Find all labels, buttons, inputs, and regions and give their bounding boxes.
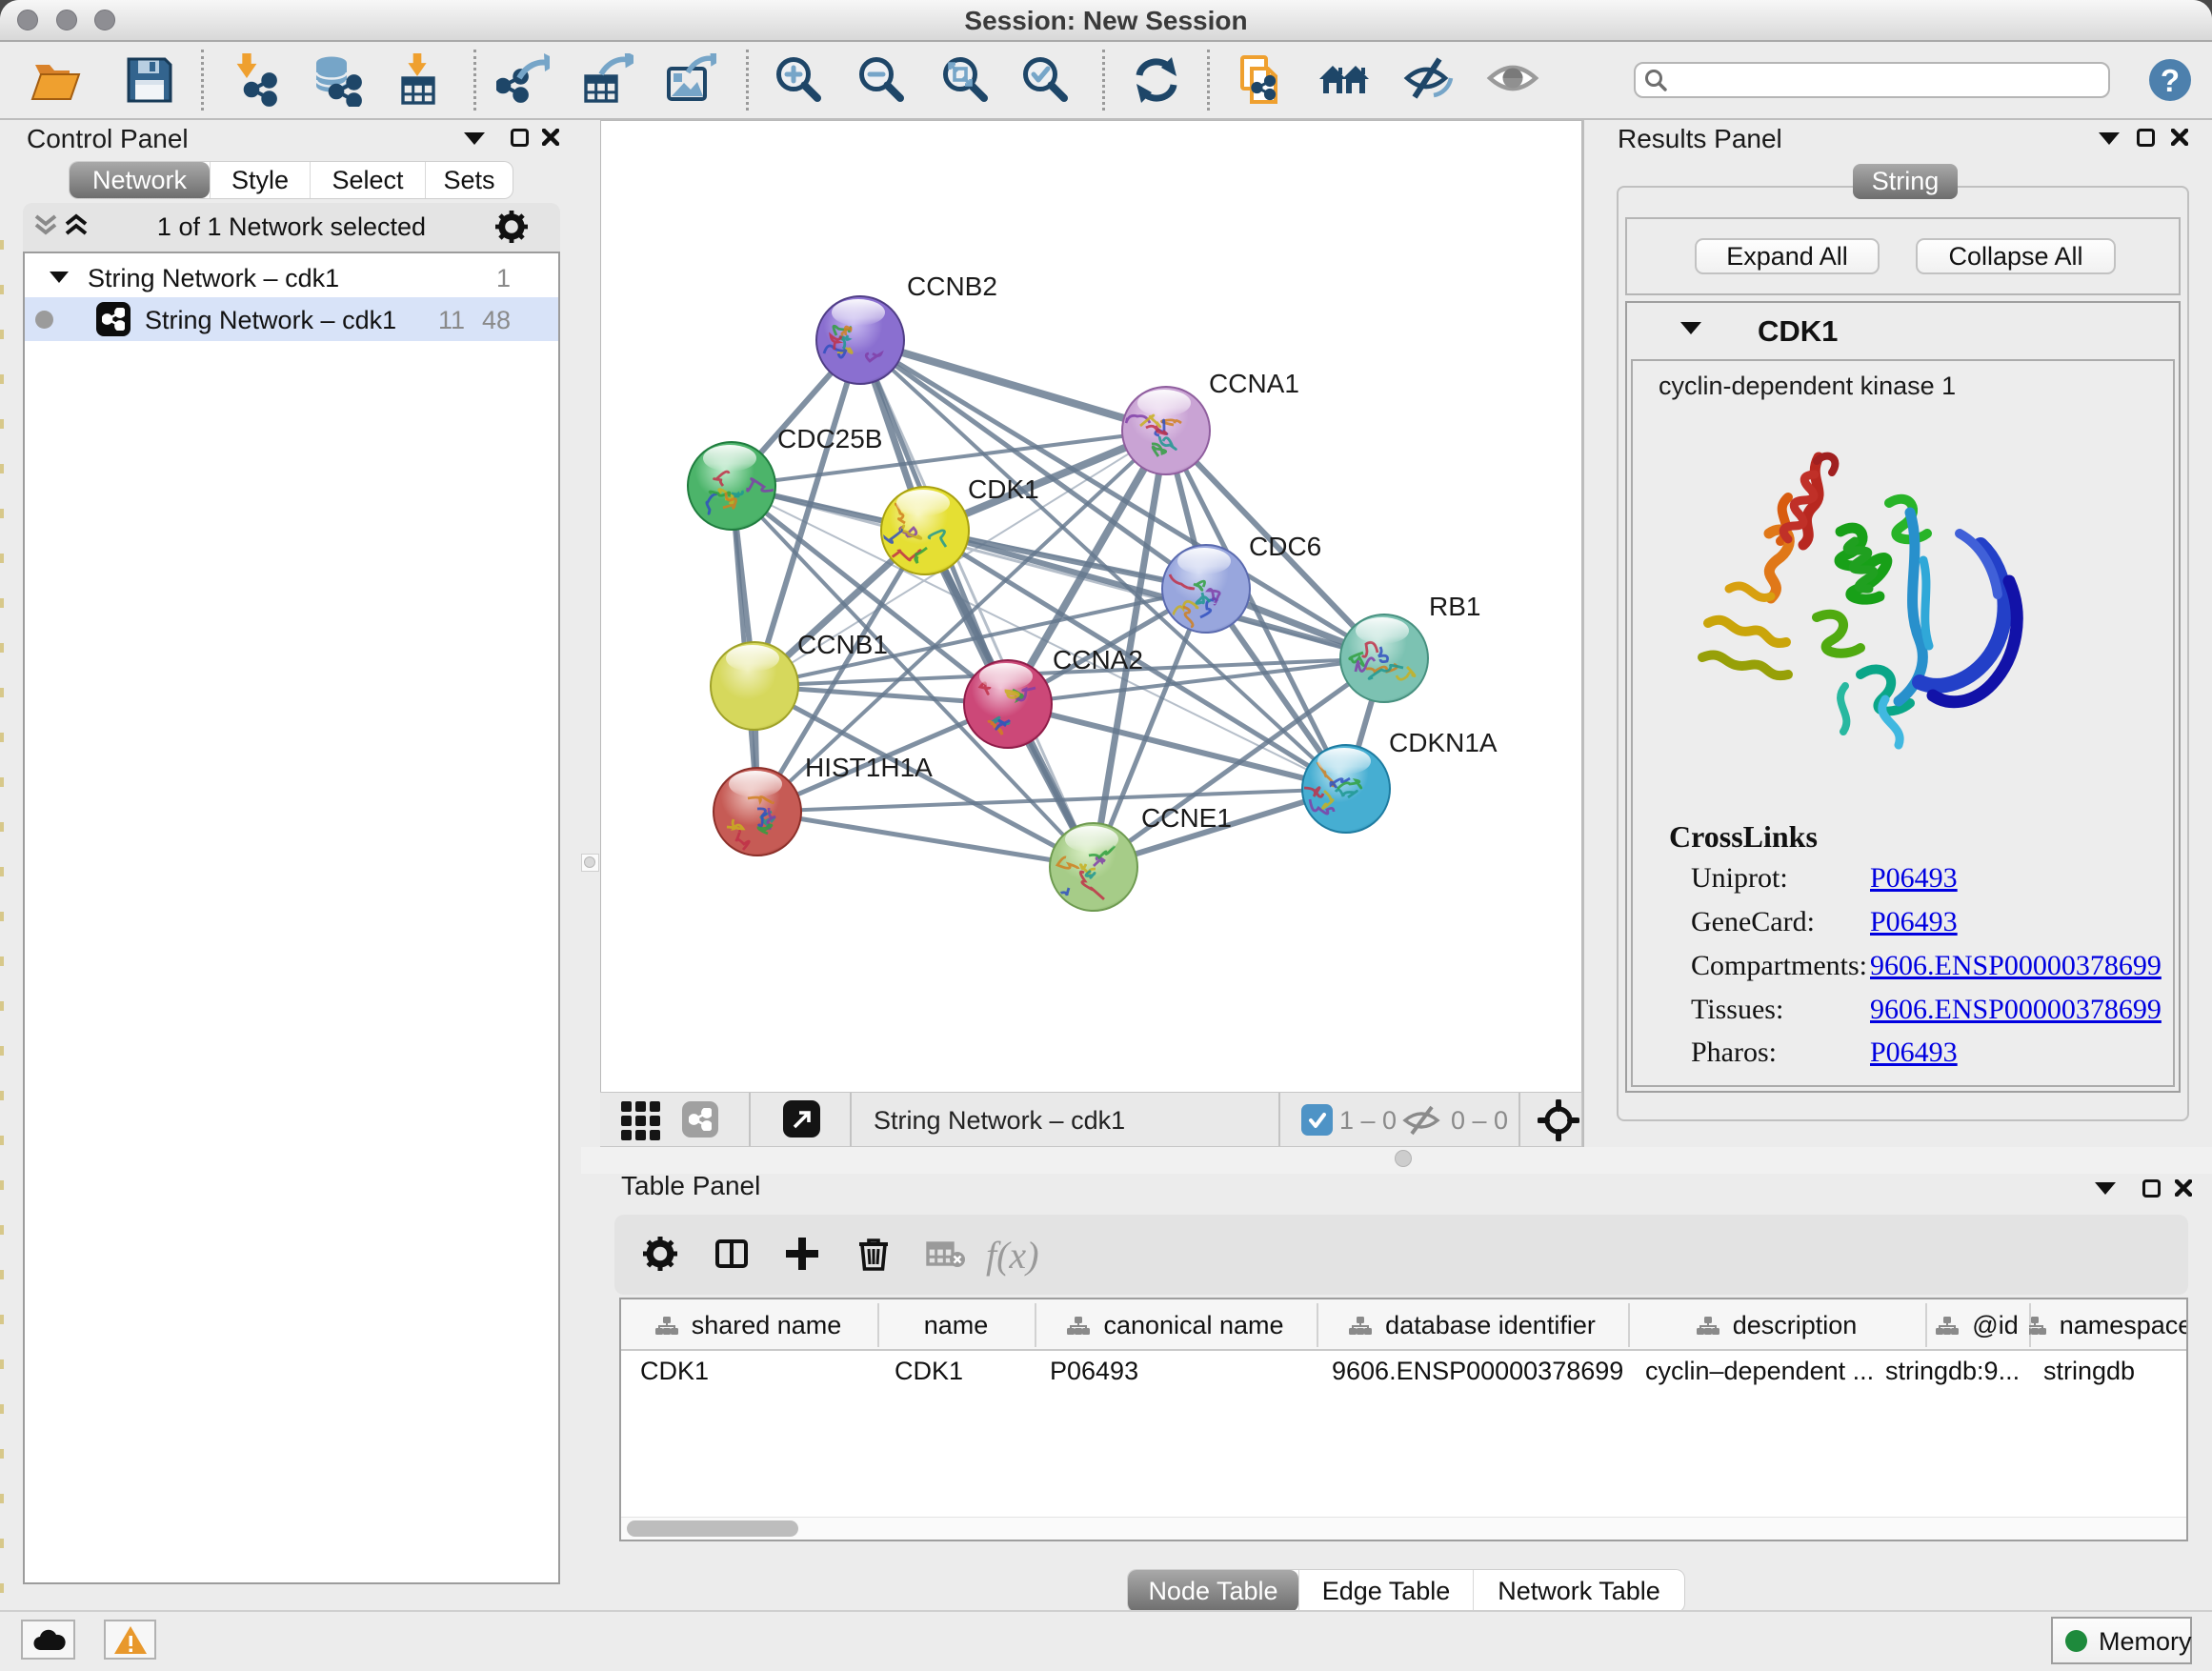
- svg-text:CCNA2: CCNA2: [1053, 645, 1143, 674]
- svg-text:CDC25B: CDC25B: [777, 424, 882, 453]
- svg-text:RB1: RB1: [1429, 592, 1480, 621]
- svg-text:CCNB2: CCNB2: [907, 272, 997, 301]
- svg-text:CCNE1: CCNE1: [1141, 803, 1232, 833]
- svg-text:CCNA1: CCNA1: [1209, 369, 1299, 398]
- svg-text:CCNB1: CCNB1: [797, 630, 888, 659]
- svg-text:CDC6: CDC6: [1249, 532, 1321, 561]
- svg-text:CDK1: CDK1: [968, 474, 1039, 504]
- svg-text:HIST1H1A: HIST1H1A: [805, 753, 933, 782]
- svg-text:CDKN1A: CDKN1A: [1389, 728, 1498, 757]
